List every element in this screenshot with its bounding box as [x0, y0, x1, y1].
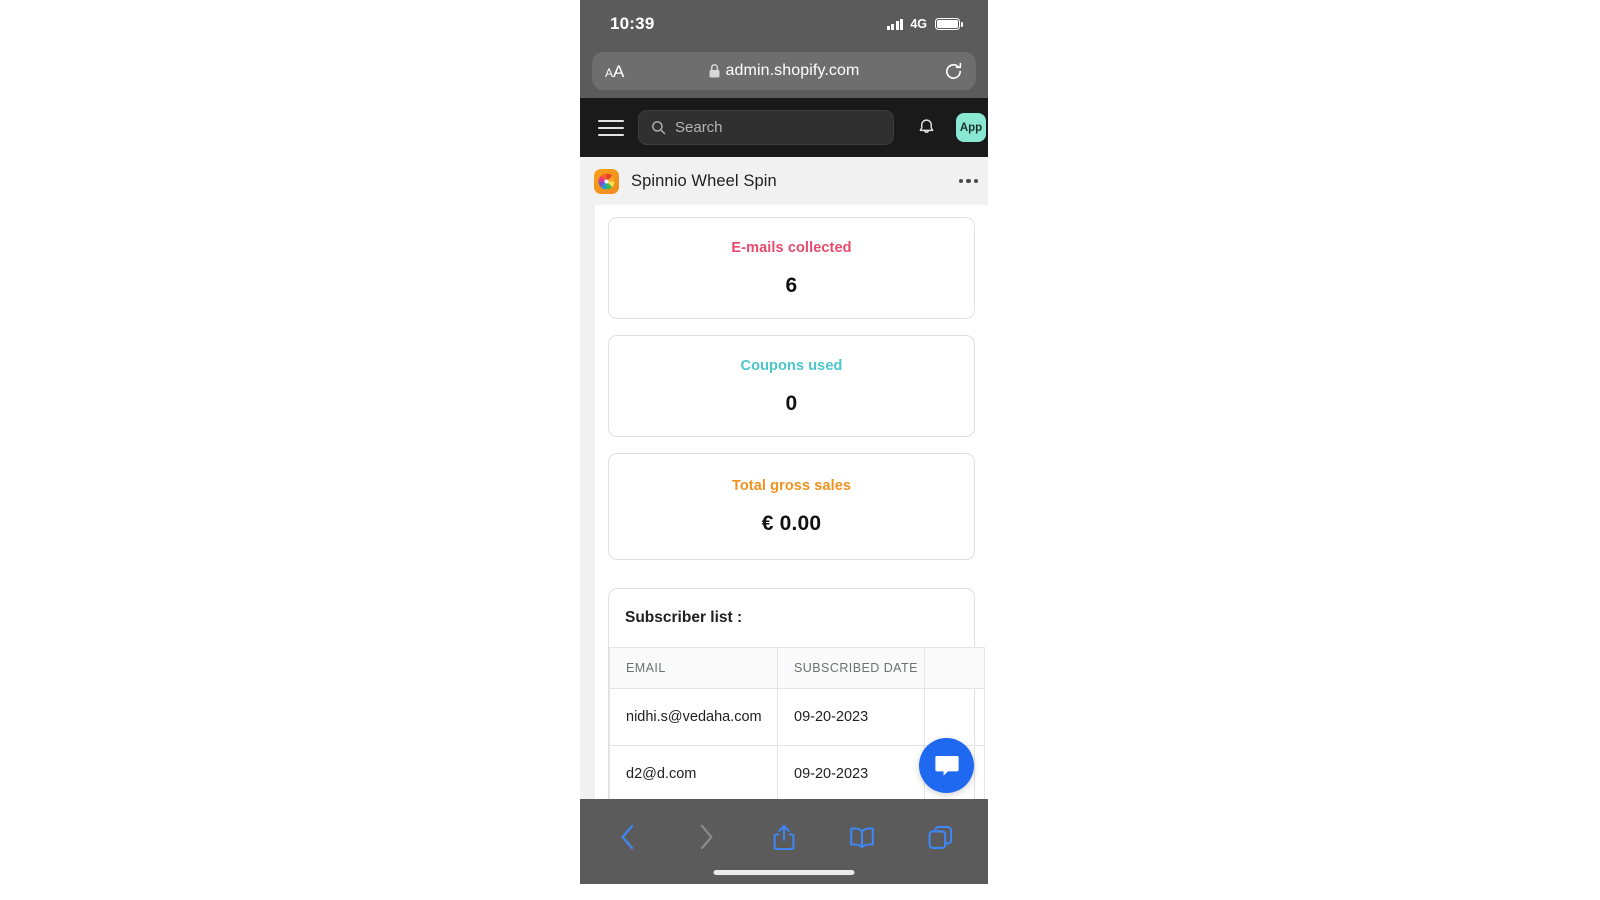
- forward-icon: [700, 824, 713, 850]
- tabs-icon: [928, 825, 952, 849]
- chat-bubble-icon: [934, 755, 959, 776]
- url-text: admin.shopify.com: [725, 62, 860, 79]
- search-icon: [652, 121, 666, 135]
- webview-content: E-mails collected 6 Coupons used 0 Total…: [580, 205, 988, 807]
- home-indicator: [713, 870, 855, 875]
- app-page-body: E-mails collected 6 Coupons used 0 Total…: [595, 205, 988, 807]
- app-header-bar: Spinnio Wheel Spin: [580, 157, 988, 205]
- aa-large-letter: A: [613, 61, 625, 81]
- account-avatar[interactable]: App: [956, 113, 986, 142]
- phone-frame: 10:39 4G A A admin.shopify.com Search Ap…: [580, 0, 988, 884]
- browser-address-bar[interactable]: A A admin.shopify.com: [592, 52, 976, 90]
- browser-forward-button[interactable]: [685, 819, 727, 855]
- status-bar-indicators: 4G: [886, 17, 963, 31]
- ios-status-bar: 10:39 4G: [580, 0, 988, 48]
- search-input[interactable]: Search: [638, 110, 894, 145]
- column-header-extra[interactable]: [924, 647, 985, 689]
- signal-bars-icon: [886, 18, 904, 30]
- bookmarks-icon: [850, 827, 874, 848]
- status-bar-time: 10:39: [610, 14, 655, 33]
- metric-label: Total gross sales: [731, 478, 852, 494]
- metric-label: E-mails collected: [731, 240, 852, 256]
- bell-icon: [919, 118, 933, 133]
- spinnio-app-icon: [594, 168, 619, 194]
- browser-share-button[interactable]: [763, 819, 805, 855]
- metric-value: € 0.00: [761, 512, 822, 535]
- cell-email: d2@d.com: [609, 745, 778, 803]
- column-header-email[interactable]: EMAIL: [609, 647, 778, 689]
- metric-card-total-gross-sales: Total gross sales € 0.00: [608, 453, 975, 560]
- browser-bookmarks-button[interactable]: [841, 819, 883, 855]
- text-size-aa-button[interactable]: A A: [605, 63, 624, 80]
- cell-email: nidhi.s@vedaha.com: [609, 688, 778, 746]
- notifications-button[interactable]: [912, 114, 940, 142]
- hamburger-menu-icon[interactable]: [598, 118, 624, 138]
- metric-card-emails-collected: E-mails collected 6: [608, 217, 975, 319]
- browser-back-button[interactable]: [607, 819, 649, 855]
- spin-wheel-glyph: [598, 173, 615, 189]
- cell-extra: [924, 688, 985, 746]
- aa-small-letter: A: [605, 65, 614, 80]
- chat-launcher-button[interactable]: [919, 738, 974, 793]
- shopify-top-nav: Search App: [580, 98, 988, 157]
- search-placeholder-text: Search: [675, 119, 723, 136]
- url-display: admin.shopify.com: [709, 62, 860, 80]
- lock-icon: [709, 64, 720, 78]
- cell-subscribed-date: 09-20-2023: [777, 745, 925, 803]
- browser-tabs-button[interactable]: [919, 819, 961, 855]
- page-title: Spinnio Wheel Spin: [631, 171, 777, 190]
- metric-label: Coupons used: [740, 358, 843, 374]
- more-options-icon[interactable]: [953, 173, 978, 189]
- reload-icon: [946, 62, 962, 79]
- network-type-label: 4G: [910, 17, 927, 31]
- share-icon: [773, 824, 795, 850]
- reload-button[interactable]: [944, 62, 963, 81]
- browser-address-bar-container: A A admin.shopify.com: [580, 48, 988, 98]
- metric-value: 0: [785, 392, 798, 415]
- subscriber-list-title: Subscriber list :: [625, 609, 743, 626]
- back-icon: [621, 824, 634, 850]
- table-header-row: EMAIL SUBSCRIBED DATE: [609, 647, 985, 689]
- metric-value: 6: [785, 274, 798, 297]
- battery-full-icon: [935, 17, 963, 31]
- column-header-subscribed-date[interactable]: SUBSCRIBED DATE: [777, 647, 925, 689]
- cell-subscribed-date: 09-20-2023: [777, 688, 925, 746]
- screen-root: 10:39 4G A A admin.shopify.com Search Ap…: [0, 0, 1600, 900]
- metric-card-coupons-used: Coupons used 0: [608, 335, 975, 437]
- table-row[interactable]: nidhi.s@vedaha.com 09-20-2023: [609, 688, 985, 746]
